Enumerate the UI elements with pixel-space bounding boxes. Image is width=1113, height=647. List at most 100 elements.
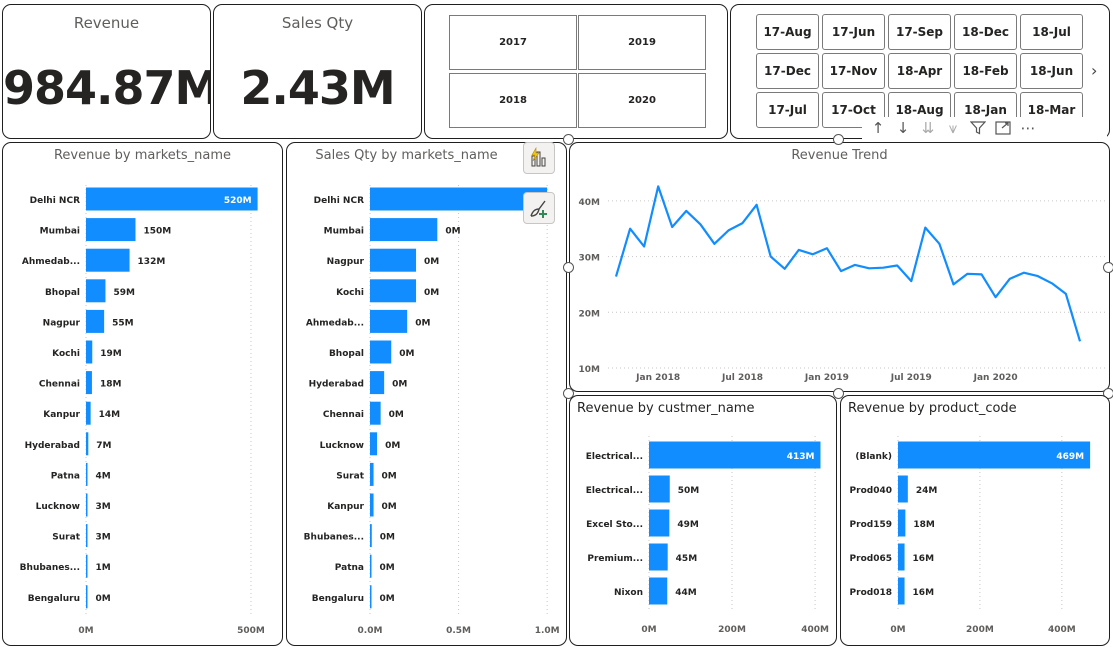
- category-label: Prod018: [850, 588, 892, 598]
- y-tick-label: 40M: [579, 198, 601, 208]
- bar: [370, 493, 374, 517]
- data-label: 3M: [96, 533, 111, 543]
- revenue-by-product-plot: 0M 200M 400M (Blank) 469M Prod040 24M Prod159 18…: [850, 436, 1091, 635]
- x-tick-label: Jul 2018: [721, 373, 763, 383]
- month-slicer-option[interactable]: 17-Dec: [756, 53, 819, 89]
- y-tick-label: 30M: [579, 254, 601, 264]
- year-slicer-option[interactable]: 2017: [449, 15, 577, 70]
- resize-handle[interactable]: [563, 134, 574, 145]
- resize-handle[interactable]: [1103, 262, 1113, 273]
- month-slicer-next-icon[interactable]: ›: [1091, 61, 1097, 80]
- format-brush-icon: [530, 200, 547, 218]
- data-label: 16M: [913, 554, 935, 564]
- month-slicer-option[interactable]: 18-Feb: [954, 53, 1017, 89]
- x-tick-label: Jan 2020: [973, 373, 1018, 383]
- revenue-by-customer-chart[interactable]: Revenue by custmer_name 0M 200M 400M Electr…: [569, 395, 837, 646]
- month-slicer-option[interactable]: 18-Jun: [1020, 53, 1083, 89]
- category-label: Electrical...: [586, 452, 643, 462]
- revenue-by-market-chart[interactable]: Revenue by markets_name 0M 500M Delhi NCR 5…: [2, 142, 283, 646]
- revenue-by-market-plot: 0M 500M Delhi NCR 520M Mumbai 150M Ahmedab... 1…: [20, 185, 265, 636]
- category-label: Hyderabad: [25, 441, 80, 451]
- next-level-double-arrow-icon[interactable]: ⇊: [918, 119, 938, 137]
- data-label: 0M: [399, 349, 414, 359]
- month-slicer-option[interactable]: 17-Sep: [888, 14, 951, 50]
- category-label: Hyderabad: [309, 380, 364, 390]
- category-label: Nagpur: [43, 318, 81, 328]
- month-slicer-option[interactable]: 18-Apr: [888, 53, 951, 89]
- category-label: Kanpur: [43, 410, 80, 420]
- category-label: Premium...: [587, 554, 643, 564]
- resize-handle[interactable]: [833, 134, 844, 145]
- data-label: 0M: [380, 594, 395, 604]
- year-slicer-option[interactable]: 2018: [449, 73, 577, 128]
- bar: [649, 509, 670, 537]
- data-label: 1M: [96, 563, 111, 573]
- bar: [86, 279, 106, 303]
- data-label: 59M: [113, 288, 135, 298]
- x-tick-label: 1.0M: [535, 626, 560, 636]
- category-label: Patna: [335, 563, 364, 573]
- x-tick-label: 0.5M: [446, 626, 471, 636]
- category-label: Chennai: [39, 380, 80, 390]
- visual-header-toolbar: ↑ ↓ ⇊ ⩛ ⋯: [862, 117, 1107, 139]
- drill-up-arrow-icon[interactable]: ↑: [868, 119, 888, 137]
- x-tick-label: 0M: [641, 625, 656, 635]
- month-slicer-option[interactable]: 18-Dec: [954, 14, 1017, 50]
- data-label: 55M: [112, 318, 134, 328]
- more-options-icon[interactable]: ⋯: [1018, 119, 1038, 137]
- data-label: 0M: [392, 380, 407, 390]
- category-label: Electrical...: [586, 486, 643, 496]
- category-label: Delhi NCR: [30, 196, 80, 206]
- data-label: 0M: [389, 410, 404, 420]
- y-tick-label: 20M: [579, 309, 601, 319]
- x-tick-label: 200M: [966, 625, 994, 635]
- year-slicer-option[interactable]: 2019: [578, 15, 706, 70]
- data-label: 0M: [424, 288, 439, 298]
- data-label: 0M: [380, 563, 395, 573]
- category-label: Kochi: [52, 349, 80, 359]
- resize-handle[interactable]: [563, 262, 574, 273]
- bar: [86, 309, 105, 333]
- filter-icon[interactable]: [968, 119, 988, 137]
- bar: [898, 509, 906, 537]
- data-label: 0M: [382, 471, 397, 481]
- data-label: 0M: [385, 441, 400, 451]
- bar: [86, 524, 88, 548]
- bar: [370, 218, 438, 242]
- category-label: Bhopal: [329, 349, 364, 359]
- category-label: Surat: [52, 533, 80, 543]
- bar: [86, 462, 88, 486]
- revenue-trend-chart[interactable]: Revenue Trend 10M 20M 30M 40M Jan 2018 Jul 20…: [569, 142, 1110, 392]
- data-label: 24M: [916, 486, 938, 496]
- month-slicer-option[interactable]: 17-Aug: [756, 14, 819, 50]
- focus-mode-icon[interactable]: [993, 119, 1013, 137]
- category-label: Kochi: [336, 288, 364, 298]
- month-slicer-option[interactable]: 18-Jul: [1020, 14, 1083, 50]
- month-slicer-option[interactable]: 17-Jun: [822, 14, 885, 50]
- bar: [370, 309, 408, 333]
- drill-down-arrow-icon[interactable]: ↓: [893, 119, 913, 137]
- sales-qty-card[interactable]: Sales Qty 2.43M: [213, 4, 422, 139]
- month-slicer-option[interactable]: 17-Nov: [822, 53, 885, 89]
- bar: [86, 585, 88, 609]
- revenue-card[interactable]: Revenue 984.87M: [2, 4, 211, 139]
- month-slicer-option[interactable]: 17-Jul: [756, 92, 819, 128]
- data-label: 14M: [99, 410, 121, 420]
- bar: [370, 187, 548, 211]
- category-label: Prod040: [850, 486, 892, 496]
- data-label: 45M: [676, 554, 698, 564]
- quick-insights-button[interactable]: [523, 142, 555, 174]
- revenue-trend-plot: 10M 20M 30M 40M Jan 2018 Jul 2018 Jan 2019 Jul …: [579, 185, 1105, 383]
- format-brush-button[interactable]: [523, 192, 555, 224]
- x-tick-label: 500M: [237, 626, 265, 636]
- revenue-by-product-chart[interactable]: Revenue by product_code 0M 200M 400M (Blank…: [840, 395, 1110, 646]
- bar: [370, 585, 372, 609]
- data-label: 0M: [424, 257, 439, 267]
- expand-hierarchy-icon[interactable]: ⩛: [943, 119, 963, 137]
- x-tick-label: Jul 2019: [890, 373, 932, 383]
- year-slicer-option[interactable]: 2020: [578, 73, 706, 128]
- category-label: Surat: [336, 471, 364, 481]
- category-label: Ahmedab...: [22, 257, 80, 267]
- bar: [898, 543, 905, 571]
- data-label: 3M: [96, 502, 111, 512]
